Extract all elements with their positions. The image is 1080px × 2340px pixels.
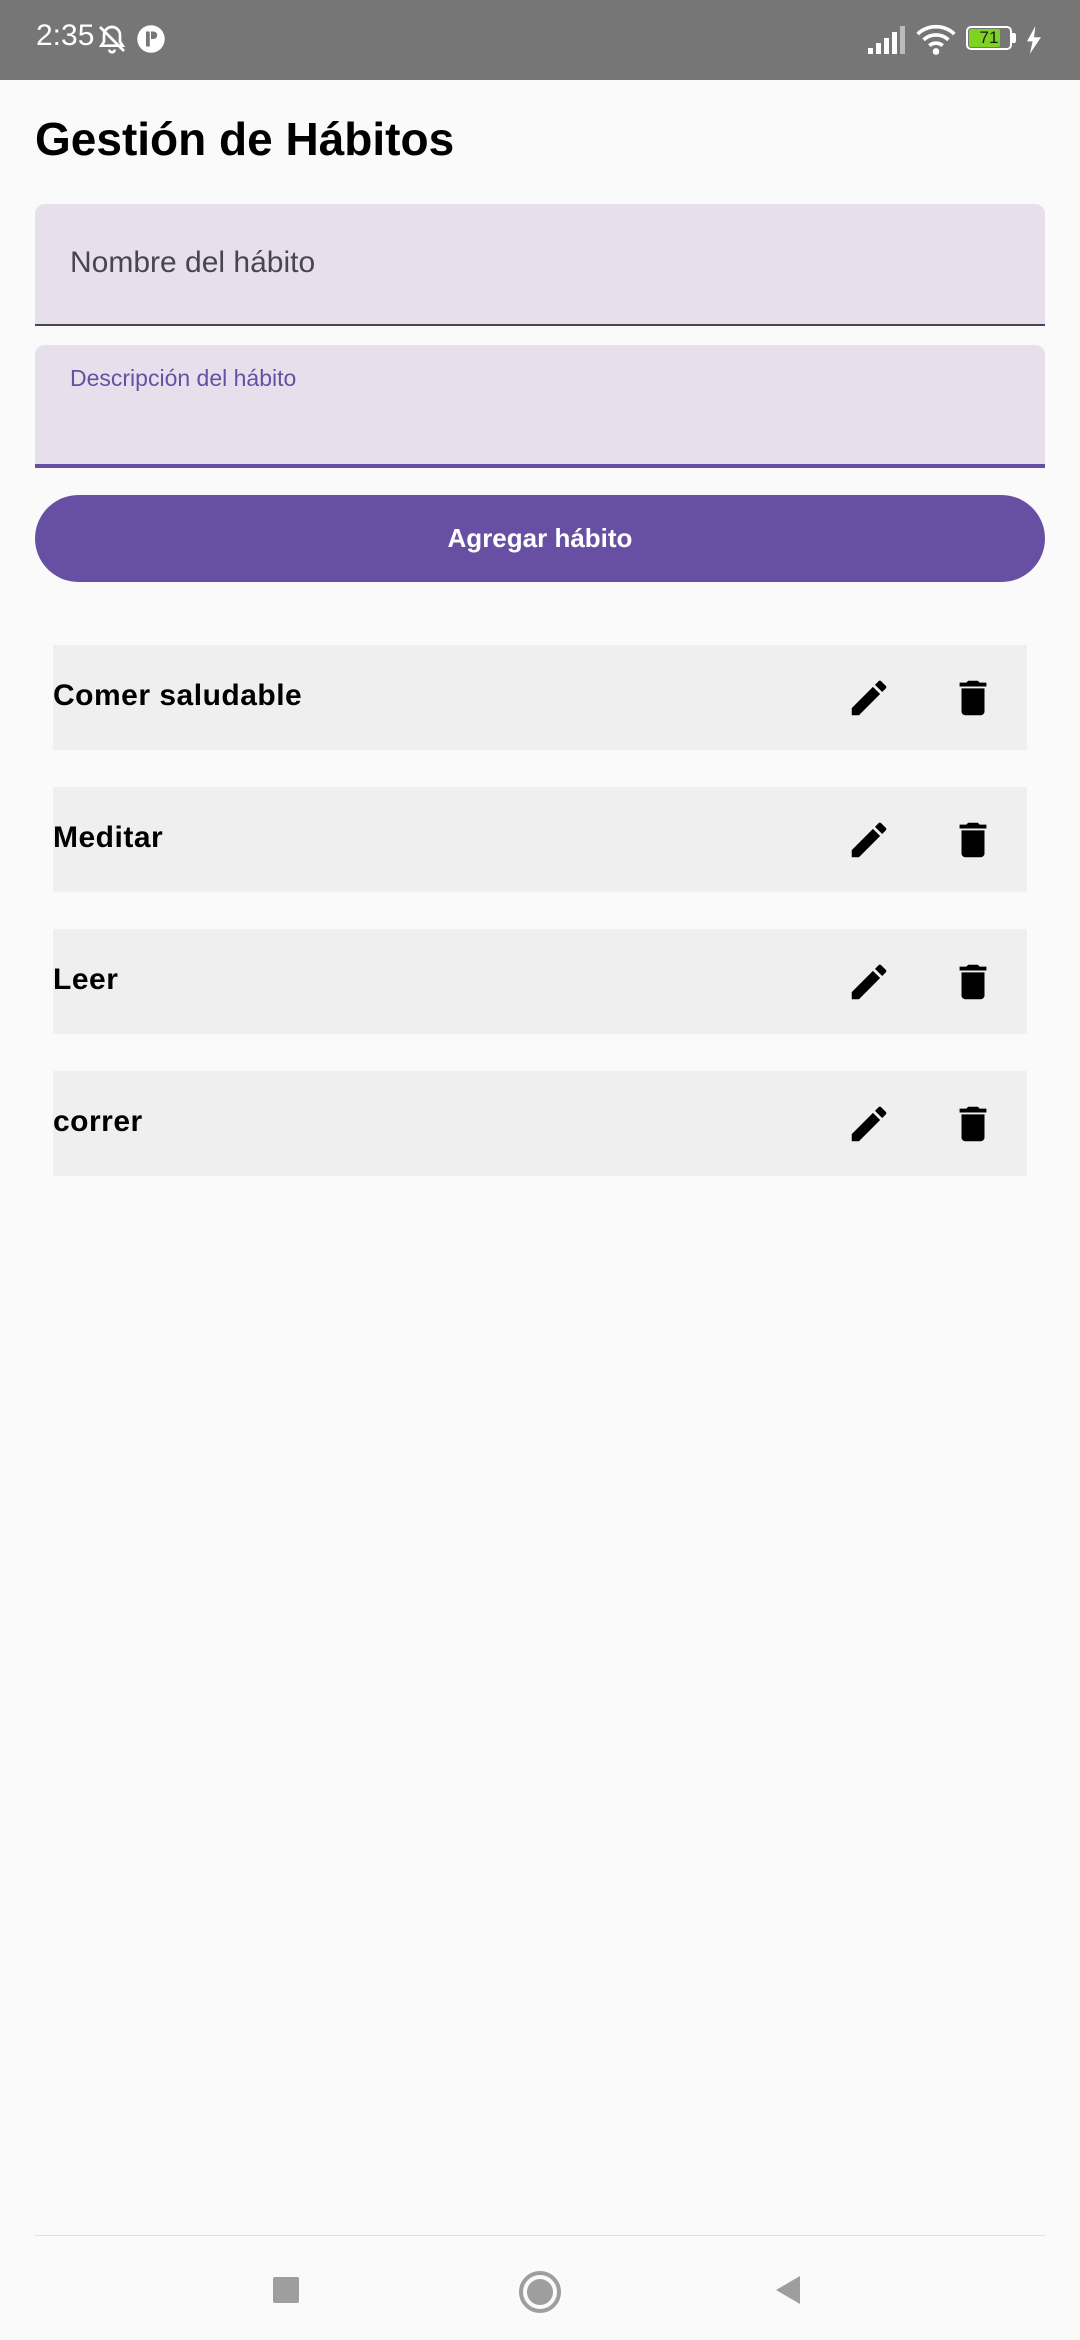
wifi-icon — [916, 24, 956, 55]
delete-icon[interactable] — [950, 675, 996, 721]
edit-icon[interactable] — [846, 675, 892, 721]
add-habit-button[interactable]: Agregar hábito — [35, 495, 1045, 582]
habit-name-placeholder: Nombre del hábito — [70, 246, 316, 279]
signal-icon — [868, 26, 905, 54]
habit-name-field[interactable]: Nombre del hábito — [35, 204, 1045, 326]
status-bar: 2:35 71 — [0, 0, 1080, 80]
habit-description-label: Descripción del hábito — [70, 365, 297, 391]
list-item: Meditar — [53, 787, 1027, 892]
status-time: 2:35 — [36, 19, 95, 52]
charging-icon — [1027, 26, 1041, 54]
habit-name: correr — [53, 1105, 143, 1138]
bell-off-icon — [98, 25, 126, 54]
habit-name: Meditar — [53, 821, 164, 854]
battery-icon: 71 — [966, 26, 1018, 54]
delete-icon[interactable] — [950, 959, 996, 1005]
app-notification-icon — [137, 25, 165, 53]
habit-name: Comer saludable — [53, 679, 303, 712]
edit-icon[interactable] — [846, 817, 892, 863]
back-button[interactable] — [772, 2274, 804, 2306]
battery-level: 71 — [979, 28, 999, 47]
edit-icon[interactable] — [846, 959, 892, 1005]
navigation-bar — [0, 2236, 1080, 2340]
recents-button[interactable] — [271, 2275, 301, 2305]
home-button[interactable] — [518, 2270, 562, 2314]
habit-description-input[interactable] — [70, 405, 1004, 447]
habit-name: Leer — [53, 963, 119, 996]
habit-list: Comer saludable Meditar Leer correr — [53, 645, 1027, 1213]
delete-icon[interactable] — [950, 1101, 996, 1147]
list-item: Leer — [53, 929, 1027, 1034]
page-title: Gestión de Hábitos — [35, 113, 455, 165]
list-item: Comer saludable — [53, 645, 1027, 750]
edit-icon[interactable] — [846, 1101, 892, 1147]
delete-icon[interactable] — [950, 817, 996, 863]
habit-description-field[interactable]: Descripción del hábito — [35, 345, 1045, 468]
list-item: correr — [53, 1071, 1027, 1176]
